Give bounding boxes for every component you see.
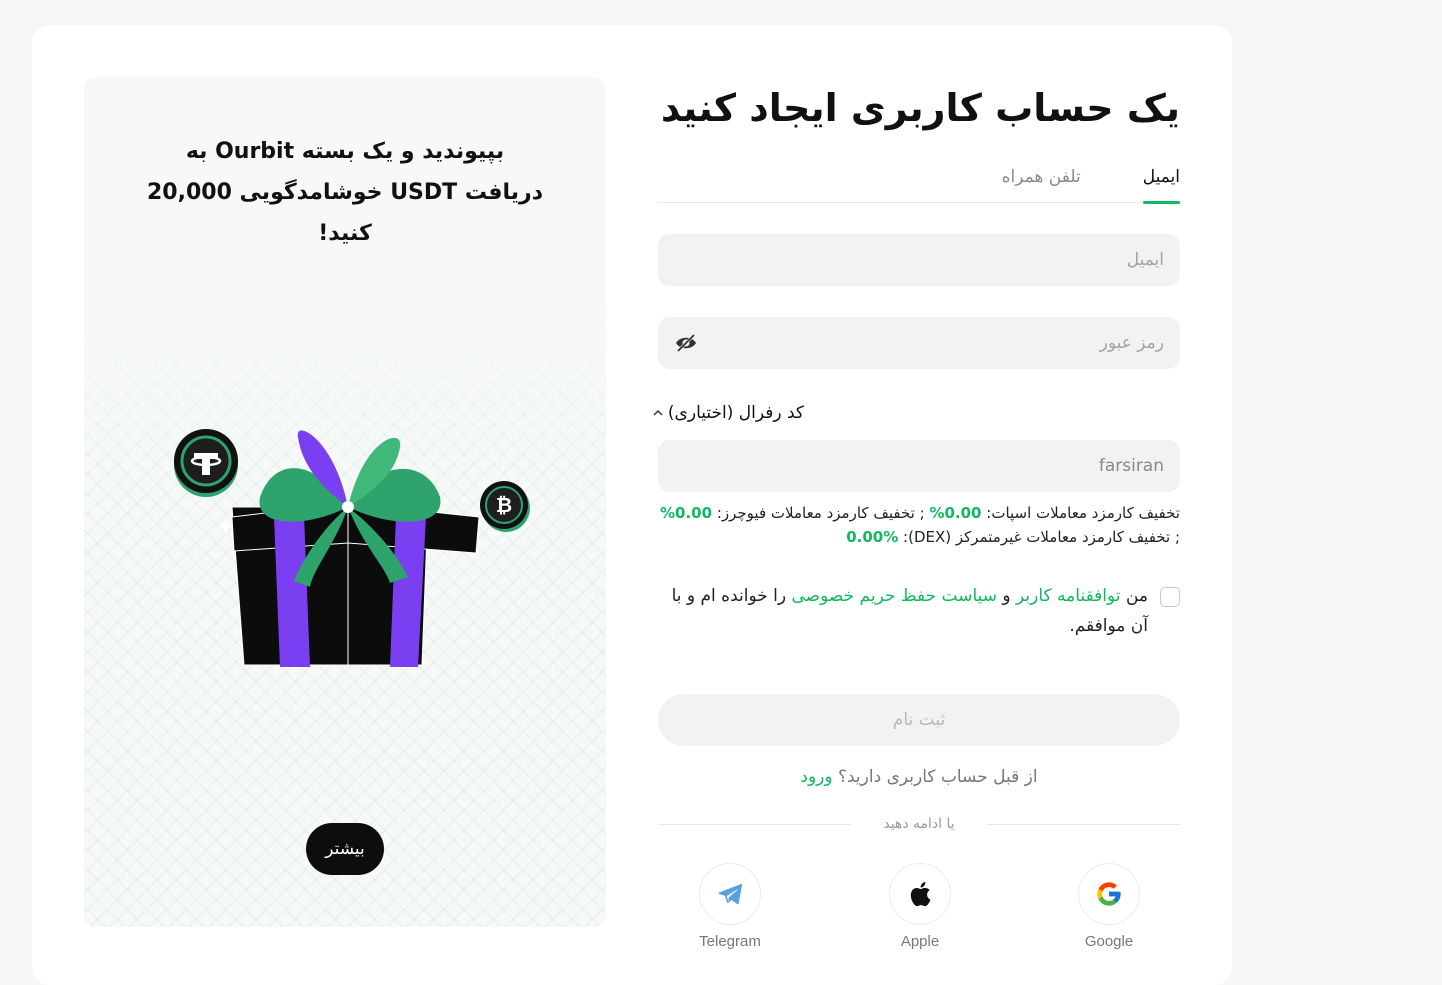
svg-text:₿: ₿: [496, 493, 512, 517]
login-link[interactable]: ورود: [800, 767, 832, 787]
signup-form: یک حساب کاربری ایجاد کنید ایمیل تلفن همر…: [653, 77, 1181, 950]
spot-discount-label: تخفیف کارمزد معاملات اسپات:: [986, 504, 1180, 522]
bitcoin-coin-icon: ₿: [480, 481, 530, 532]
have-account-text: از قبل حساب کاربری دارید؟ ورود: [658, 767, 1180, 787]
or-continue-divider: یا ادامه دهید: [658, 813, 1180, 835]
google-button-circle[interactable]: [1078, 863, 1140, 925]
google-login-button[interactable]: Google: [1064, 863, 1154, 950]
terms-agreement: من توافقنامه کاربر و سیاست حفظ حریم خصوص…: [658, 581, 1180, 641]
apple-login-button[interactable]: Apple: [875, 863, 965, 950]
futures-discount-label: تخفیف کارمزد معاملات فیوچرز:: [716, 504, 915, 522]
terms-and: و: [1002, 586, 1011, 606]
fee-discount-info: تخفیف کارمزد معاملات اسپات: 0.00% ; تخفی…: [658, 501, 1180, 549]
signup-button[interactable]: ثبت نام: [658, 694, 1180, 746]
google-label: Google: [1084, 933, 1134, 950]
referral-toggle[interactable]: کد رفرال (اختیاری): [652, 403, 804, 423]
dex-discount-label: تخفیف کارمزد معاملات غیرمتمرکز (DEX):: [903, 528, 1171, 546]
terms-checkbox[interactable]: [1160, 587, 1180, 607]
eye-off-icon[interactable]: [674, 331, 698, 355]
signup-method-tabs: ایمیل تلفن همراه: [658, 163, 1181, 204]
spot-discount-value: 0.00%: [929, 504, 982, 522]
password-input[interactable]: [698, 333, 1164, 353]
telegram-label: Telegram: [699, 933, 761, 950]
divider-line: [986, 823, 1180, 825]
gift-box-illustration: ₿: [174, 429, 530, 667]
apple-label: Apple: [900, 933, 940, 950]
terms-prefix: من: [1125, 586, 1148, 606]
divider-text: یا ادامه دهید: [883, 816, 955, 832]
password-field-wrapper: [658, 317, 1180, 369]
telegram-login-button[interactable]: Telegram: [685, 863, 775, 950]
social-login-options: Google Apple Telegram: [658, 863, 1180, 963]
promo-title-line2: دریافت USDT خوشامدگویی 20,000: [146, 180, 544, 205]
signup-card: بپیوندید و یک بسته Ourbit به دریافت USDT…: [32, 25, 1232, 985]
tab-email[interactable]: ایمیل: [1142, 163, 1181, 204]
separator: ;: [1174, 528, 1180, 546]
apple-icon: [910, 882, 931, 907]
promo-title-line3: کنید!: [318, 221, 372, 246]
promo-title-line1: بپیوندید و یک بسته Ourbit به: [185, 139, 505, 164]
separator: ;: [919, 504, 925, 522]
telegram-icon: [718, 883, 742, 905]
dex-discount-value: 0.00%: [846, 528, 899, 546]
chevron-up-icon: [653, 409, 663, 416]
futures-discount-value: 0.00%: [660, 504, 713, 522]
email-field-wrapper: [658, 234, 1180, 286]
usdt-coin-icon: [174, 429, 238, 497]
privacy-policy-link[interactable]: سیاست حفظ حریم خصوصی: [791, 586, 997, 606]
page-title: یک حساب کاربری ایجاد کنید: [660, 86, 1180, 130]
apple-button-circle[interactable]: [889, 863, 951, 925]
referral-field-wrapper: [658, 440, 1180, 492]
promo-panel: بپیوندید و یک بسته Ourbit به دریافت USDT…: [84, 77, 606, 927]
promo-title: بپیوندید و یک بسته Ourbit به دریافت USDT…: [124, 131, 566, 254]
tab-phone[interactable]: تلفن همراه: [1002, 163, 1081, 203]
divider-line: [658, 823, 852, 825]
terms-text: من توافقنامه کاربر و سیاست حفظ حریم خصوص…: [658, 581, 1148, 641]
referral-input[interactable]: [674, 456, 1164, 476]
email-input[interactable]: [674, 250, 1164, 270]
user-agreement-link[interactable]: توافقنامه کاربر: [1016, 586, 1121, 606]
telegram-button-circle[interactable]: [699, 863, 761, 925]
more-button[interactable]: بیشتر: [306, 823, 384, 875]
google-icon: [1097, 882, 1121, 906]
have-account-label: از قبل حساب کاربری دارید؟: [837, 767, 1038, 787]
referral-label: کد رفرال (اختیاری): [667, 403, 804, 423]
